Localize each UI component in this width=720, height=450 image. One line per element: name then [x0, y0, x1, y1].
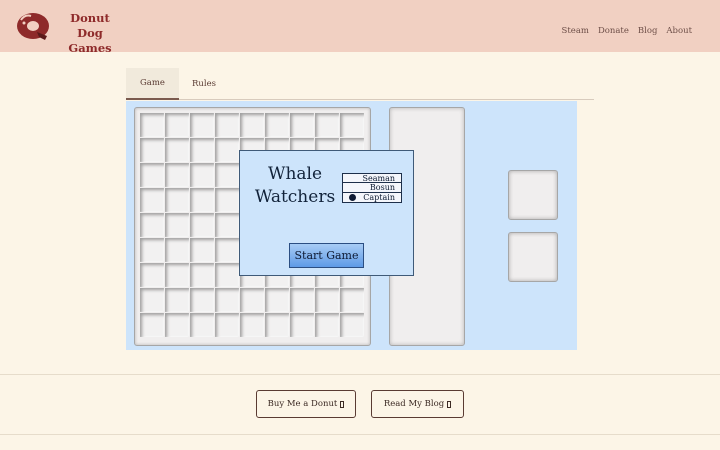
board-cell[interactable] — [140, 188, 164, 212]
selected-dot-icon — [349, 193, 356, 201]
brand-line-2: Games — [68, 41, 112, 55]
board-cell[interactable] — [190, 313, 214, 337]
nav-link-donate[interactable]: Donate — [598, 26, 629, 36]
game-title: Whale Watchers — [248, 163, 342, 209]
board-cell[interactable] — [190, 288, 214, 312]
board-cell[interactable] — [265, 313, 289, 337]
board-cell[interactable] — [140, 213, 164, 237]
board-cell[interactable] — [165, 138, 189, 162]
board-cell[interactable] — [165, 213, 189, 237]
board-cell[interactable] — [165, 238, 189, 262]
board-cell[interactable] — [240, 288, 264, 312]
button-label: Read My Blog — [383, 399, 445, 409]
buy-me-a-donut-button[interactable]: Buy Me a Donut — [256, 390, 356, 418]
board-cell[interactable] — [190, 213, 214, 237]
difficulty-option-seaman[interactable]: Seaman — [343, 174, 401, 184]
nav-link-steam[interactable]: Steam — [562, 26, 589, 36]
board-cell[interactable] — [315, 313, 339, 337]
board-cell[interactable] — [215, 238, 239, 262]
board-cell[interactable] — [340, 313, 364, 337]
board-cell[interactable] — [165, 188, 189, 212]
board-cell[interactable] — [190, 238, 214, 262]
footer-divider-bottom — [0, 434, 720, 435]
donut-dog-logo-icon[interactable] — [15, 10, 53, 42]
board-cell[interactable] — [140, 113, 164, 137]
board-cell[interactable] — [215, 163, 239, 187]
board-cell[interactable] — [215, 113, 239, 137]
board-cell[interactable] — [215, 138, 239, 162]
board-cell[interactable] — [340, 113, 364, 137]
board-cell[interactable] — [215, 213, 239, 237]
footer-divider-top — [0, 374, 720, 375]
difficulty-option-bosun[interactable]: Bosun — [343, 183, 401, 193]
new-game-dialog: Whale Watchers Seaman Bosun Captain Star… — [239, 150, 414, 276]
board-cell[interactable] — [165, 313, 189, 337]
board-cell[interactable] — [165, 113, 189, 137]
nav-link-blog[interactable]: Blog — [638, 26, 658, 36]
board-cell[interactable] — [140, 163, 164, 187]
difficulty-label: Seaman — [362, 174, 396, 183]
board-cell[interactable] — [165, 263, 189, 287]
board-cell[interactable] — [315, 288, 339, 312]
nav-link-about[interactable]: About — [666, 26, 692, 36]
missing-glyph-icon — [447, 400, 452, 408]
board-cell[interactable] — [140, 138, 164, 162]
board-cell[interactable] — [140, 313, 164, 337]
board-cell[interactable] — [140, 238, 164, 262]
tab-bar: Game Rules — [126, 68, 594, 100]
button-label: Buy Me a Donut — [267, 399, 338, 409]
board-cell[interactable] — [290, 288, 314, 312]
missing-glyph-icon — [340, 400, 345, 408]
board-cell[interactable] — [240, 313, 264, 337]
difficulty-label: Captain — [363, 192, 395, 202]
piece-slot-2[interactable] — [508, 232, 558, 282]
board-cell[interactable] — [165, 288, 189, 312]
brand-name[interactable]: Donut Dog Games — [57, 11, 123, 56]
start-game-button[interactable]: Start Game — [289, 243, 364, 268]
board-cell[interactable] — [190, 138, 214, 162]
brand-line-1: Donut Dog — [70, 11, 110, 40]
board-cell[interactable] — [265, 288, 289, 312]
board-cell[interactable] — [190, 188, 214, 212]
game-title-line-2: Watchers — [254, 187, 336, 207]
board-cell[interactable] — [215, 288, 239, 312]
site-header: Donut Dog Games Steam Donate Blog About — [0, 0, 720, 55]
main-nav: Steam Donate Blog About — [562, 26, 692, 36]
board-cell[interactable] — [165, 163, 189, 187]
board-cell[interactable] — [140, 288, 164, 312]
board-cell[interactable] — [190, 113, 214, 137]
board-cell[interactable] — [215, 313, 239, 337]
board-cell[interactable] — [290, 313, 314, 337]
difficulty-selector: Seaman Bosun Captain — [342, 173, 402, 203]
board-cell[interactable] — [315, 113, 339, 137]
board-cell[interactable] — [240, 113, 264, 137]
tab-game[interactable]: Game — [126, 68, 179, 100]
board-cell[interactable] — [190, 163, 214, 187]
tab-rules[interactable]: Rules — [181, 68, 227, 100]
game-title-line-1: Whale — [267, 164, 323, 184]
board-cell[interactable] — [140, 263, 164, 287]
difficulty-label: Bosun — [369, 183, 395, 193]
board-cell[interactable] — [340, 288, 364, 312]
board-cell[interactable] — [215, 188, 239, 212]
difficulty-option-captain[interactable]: Captain — [343, 193, 401, 202]
board-cell[interactable] — [265, 113, 289, 137]
board-cell[interactable] — [215, 263, 239, 287]
board-cell[interactable] — [290, 113, 314, 137]
board-cell[interactable] — [190, 263, 214, 287]
piece-slot-1[interactable] — [508, 170, 558, 220]
read-my-blog-button[interactable]: Read My Blog — [371, 390, 464, 418]
